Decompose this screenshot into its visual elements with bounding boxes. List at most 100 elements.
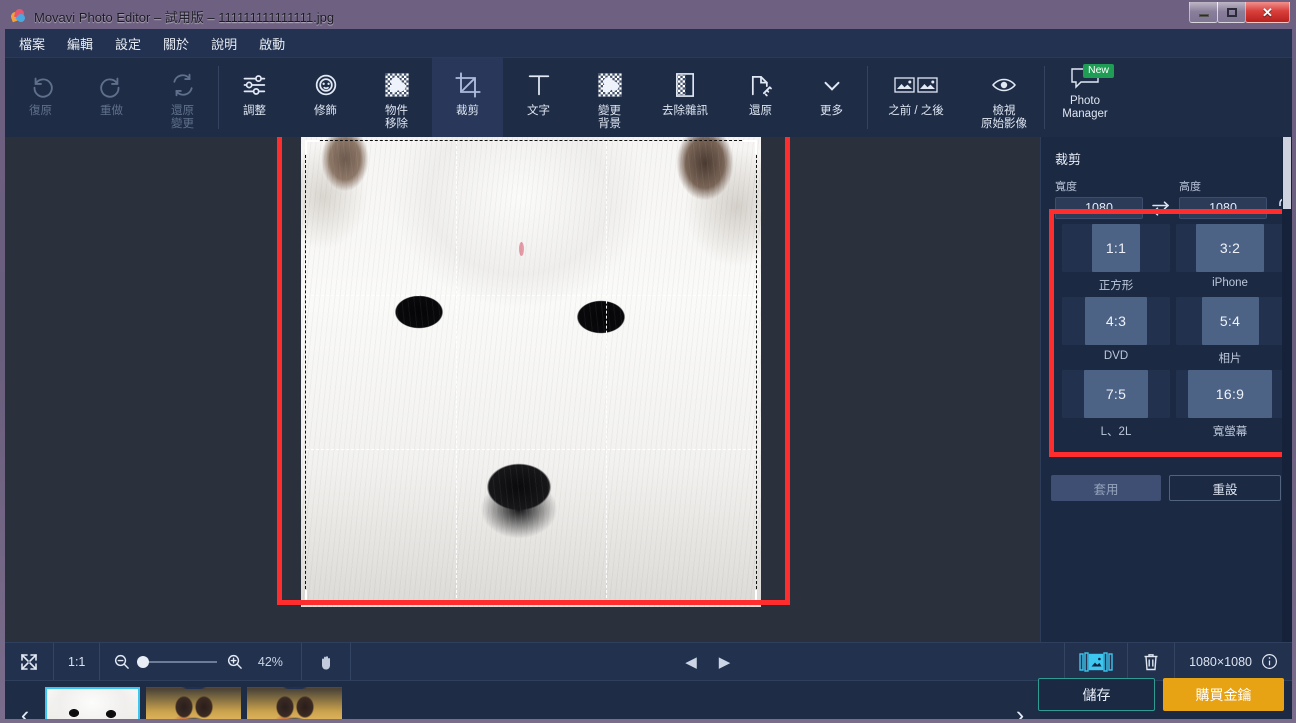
menu-item-activate[interactable]: 啟動 — [257, 32, 287, 55]
toolbar-revert-changes[interactable]: 還原 變更 — [147, 58, 218, 137]
toolbar-crop[interactable]: 裁剪 — [432, 58, 503, 137]
sidebar-scrollbar-thumb[interactable] — [1283, 137, 1291, 209]
height-label: 高度 — [1179, 181, 1201, 193]
zoom-out-icon[interactable] — [113, 653, 130, 670]
zoom-in-icon[interactable] — [226, 653, 243, 670]
list-item[interactable] — [45, 686, 140, 719]
crop-icon — [454, 68, 482, 102]
toolbar-view-original[interactable]: 檢視 原始影像 — [964, 58, 1044, 137]
toolbar-photo-manager-label: Photo Manager — [1062, 95, 1108, 120]
adjust-sliders-icon — [241, 68, 269, 102]
toolbar-object-removal-label: 物件 移除 — [385, 105, 408, 130]
sidebar-action-buttons: 套用 重設 — [1051, 475, 1281, 501]
toolbar-restore-label: 還原 — [749, 105, 772, 117]
sidebar-title: 裁剪 — [1055, 152, 1082, 167]
filmstrip-prev-button[interactable]: ‹ — [5, 701, 45, 720]
save-button[interactable]: 儲存 — [1038, 678, 1155, 711]
toolbar-adjust[interactable]: 調整 — [219, 58, 290, 137]
footer-actions: 儲存 購買金鑰 — [1038, 678, 1284, 711]
filmstrip-toggle-icon — [1079, 651, 1113, 673]
toolbar-text[interactable]: 文字 — [503, 58, 574, 137]
list-item[interactable] — [247, 687, 342, 719]
toolbar-before-after-label: 之前 / 之後 — [888, 105, 944, 117]
ratio-option-1-1[interactable]: 1:1 正方形 — [1062, 224, 1170, 293]
sidebar-scrollbar[interactable] — [1282, 137, 1292, 642]
crop-handle-bottom-left[interactable] — [305, 590, 319, 604]
ratio-option-3-2[interactable]: 3:2 iPhone — [1176, 224, 1284, 293]
toolbar-view-original-label: 檢視 原始影像 — [981, 105, 1027, 130]
crop-handle-bottom-right[interactable] — [743, 590, 757, 604]
toolbar-change-background[interactable]: 變更 背景 — [574, 58, 645, 137]
ratio-label: 5:4 — [1219, 313, 1241, 329]
toolbar-undo[interactable]: 復原 — [5, 58, 76, 137]
next-image-button[interactable]: ▶ — [719, 653, 731, 671]
ratio-thumb: 4:3 — [1062, 297, 1170, 345]
zoom-slider-handle[interactable] — [137, 655, 150, 668]
image-dimensions-display: 1080×1080 — [1175, 643, 1292, 680]
menu-item-about[interactable]: 關於 — [161, 32, 191, 55]
filmstrip-next-button[interactable]: › — [1000, 681, 1040, 719]
crop-handle-top-right[interactable] — [743, 140, 757, 154]
retouch-face-icon — [312, 68, 340, 102]
list-item[interactable] — [146, 687, 241, 719]
menu-item-edit[interactable]: 編輯 — [65, 32, 95, 55]
menu-item-file[interactable]: 檔案 — [17, 32, 47, 55]
ratio-name: 寬螢幕 — [1212, 426, 1248, 438]
menu-item-help[interactable]: 說明 — [209, 32, 239, 55]
editor-body: 裁剪 寬度 1080 高度 1080 1:1 正方形 3:2 iPhone 4:… — [5, 137, 1292, 642]
crop-selection-box[interactable] — [305, 140, 757, 604]
crop-handle-top-left[interactable] — [305, 140, 319, 154]
main-toolbar: 復原 重做 還原 變更 調整 修飾 物件 移除 裁剪 文字 變更 背景 去除雜訊… — [5, 57, 1292, 137]
ratio-thumb: 3:2 — [1176, 224, 1284, 272]
ratio-label: 4:3 — [1105, 313, 1127, 329]
ratio-option-7-5[interactable]: 7:5 L、2L — [1062, 370, 1170, 439]
buy-key-button[interactable]: 購買金鑰 — [1163, 678, 1284, 711]
delete-image-button[interactable] — [1128, 643, 1176, 680]
toolbar-denoise[interactable]: 去除雜訊 — [645, 58, 725, 137]
toolbar-before-after[interactable]: 之前 / 之後 — [868, 58, 964, 137]
movavi-logo-icon — [9, 7, 27, 24]
previous-image-button[interactable]: ◀ — [685, 653, 697, 671]
filmstrip-toggle-button[interactable] — [1064, 643, 1129, 680]
redo-icon — [99, 68, 125, 102]
info-icon[interactable] — [1261, 653, 1278, 670]
chevron-down-icon — [819, 68, 845, 102]
apply-button[interactable]: 套用 — [1051, 475, 1161, 501]
denoise-icon — [671, 68, 699, 102]
ratio-option-5-4[interactable]: 5:4 相片 — [1176, 297, 1284, 366]
title-bar: Movavi Photo Editor – 試用版 – 111111111111… — [5, 2, 1292, 29]
right-control-group: 1080×1080 — [1064, 643, 1292, 680]
maximize-button[interactable] — [1217, 2, 1246, 23]
trash-icon — [1142, 652, 1160, 672]
toolbar-text-label: 文字 — [527, 105, 550, 117]
toolbar-restore[interactable]: 還原 — [725, 58, 796, 137]
actual-size-button[interactable]: 1:1 — [54, 643, 101, 680]
menu-item-settings[interactable]: 設定 — [113, 32, 143, 55]
ratio-option-4-3[interactable]: 4:3 DVD — [1062, 297, 1170, 366]
fit-to-screen-button[interactable] — [5, 643, 54, 680]
ratio-thumb: 5:4 — [1176, 297, 1284, 345]
window-title: Movavi Photo Editor – 試用版 – 111111111111… — [34, 9, 335, 25]
toolbar-undo-label: 復原 — [29, 105, 52, 117]
restore-magic-icon — [747, 68, 775, 102]
ratio-option-16-9[interactable]: 16:9 寬螢幕 — [1176, 370, 1284, 439]
hand-pan-button[interactable] — [302, 643, 352, 680]
toolbar-revert-label: 還原 變更 — [171, 105, 194, 130]
ratio-name: iPhone — [1212, 277, 1248, 289]
toolbar-object-removal[interactable]: 物件 移除 — [361, 58, 432, 137]
zoom-slider[interactable] — [137, 655, 218, 668]
canvas-area[interactable] — [5, 137, 1040, 642]
image-dimensions-value: 1080×1080 — [1189, 654, 1252, 669]
reset-button[interactable]: 重設 — [1169, 475, 1281, 501]
toolbar-crop-label: 裁剪 — [456, 105, 479, 117]
toolbar-more[interactable]: 更多 — [796, 58, 867, 137]
toolbar-photo-manager[interactable]: New Photo Manager — [1045, 58, 1125, 137]
ratio-name: L、2L — [1100, 426, 1132, 438]
change-background-icon — [596, 68, 624, 102]
ratio-thumb: 7:5 — [1062, 370, 1170, 418]
toolbar-redo[interactable]: 重做 — [76, 58, 147, 137]
close-button[interactable]: ✕ — [1245, 2, 1290, 23]
bottom-control-bar: 1:1 42% ◀ ▶ 1080×1080 — [5, 642, 1292, 680]
toolbar-retouch[interactable]: 修飾 — [290, 58, 361, 137]
minimize-button[interactable] — [1189, 2, 1218, 23]
